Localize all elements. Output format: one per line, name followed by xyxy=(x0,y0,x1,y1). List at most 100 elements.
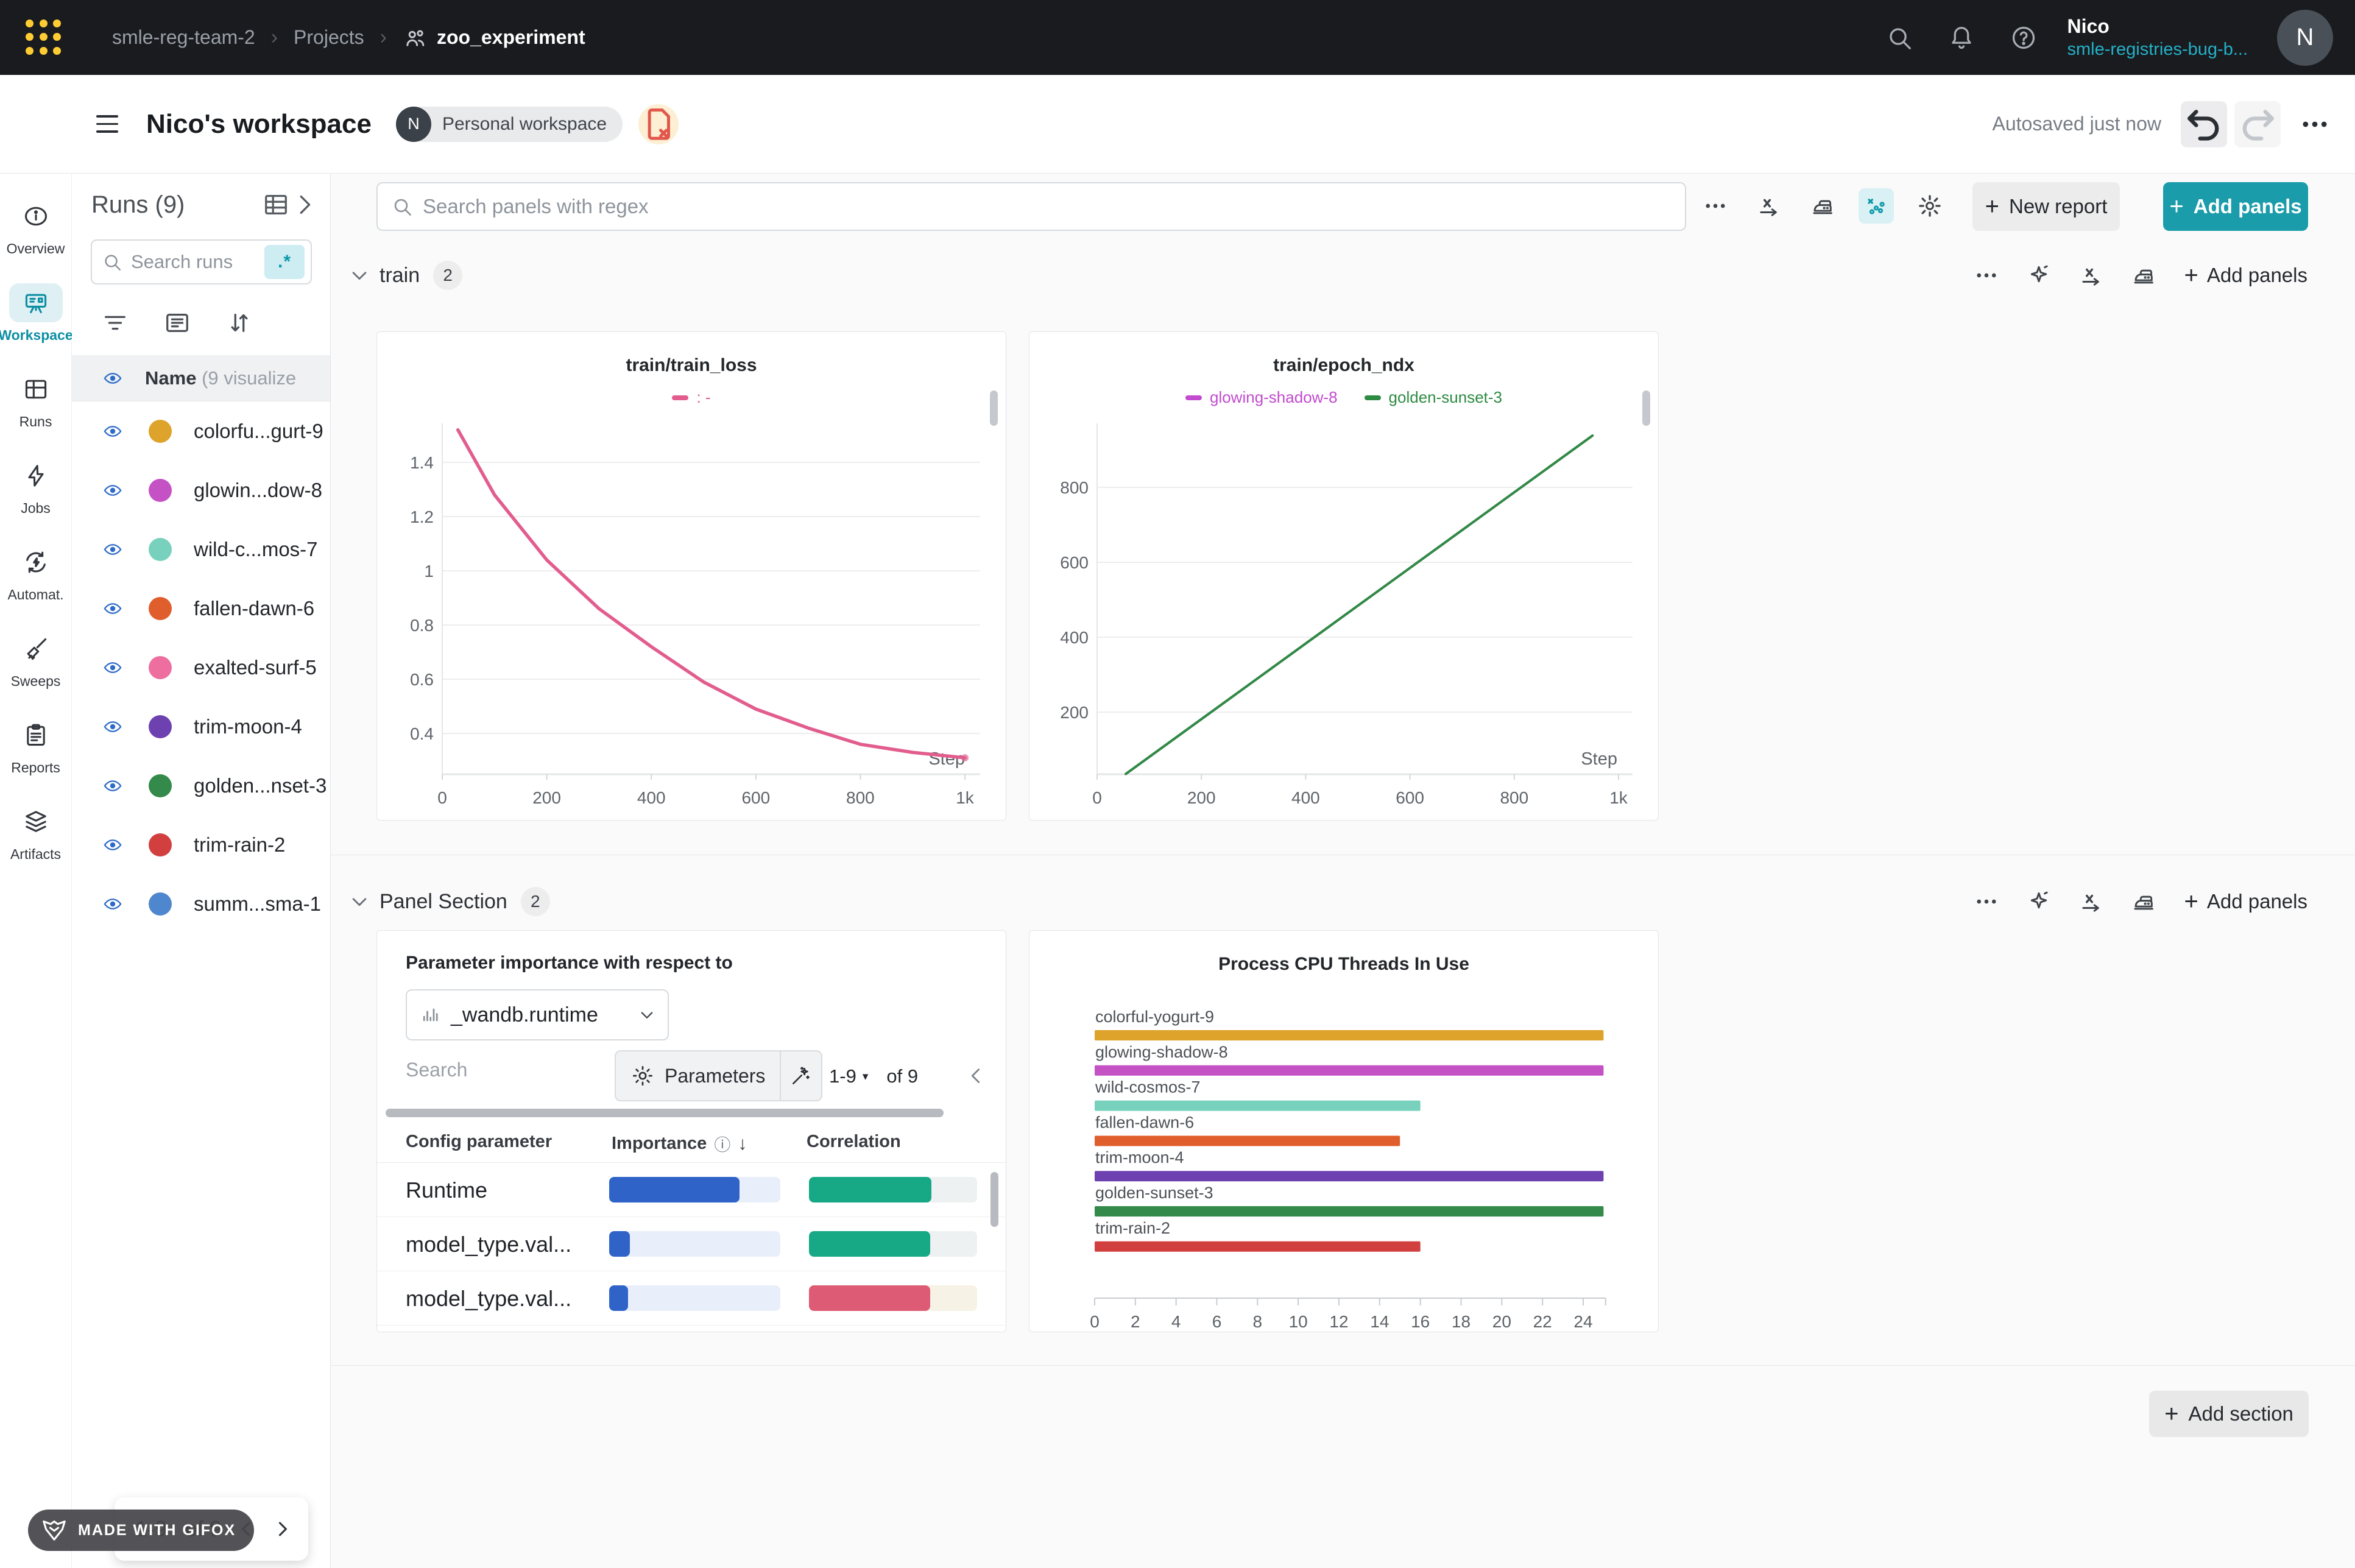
breadcrumb-projects[interactable]: Projects xyxy=(294,26,364,49)
dots-menu-icon[interactable] xyxy=(1969,258,2004,293)
x-axis-icon[interactable] xyxy=(2074,258,2109,293)
importance-table-row[interactable]: model_type.val... xyxy=(377,1271,1006,1326)
run-name[interactable]: colorfu...gurt-9 xyxy=(194,420,323,443)
parameters-manage-button[interactable]: Parameters xyxy=(616,1051,780,1100)
panel-parameter-importance[interactable]: Parameter importance with respect to _wa… xyxy=(376,930,1006,1332)
user-team-link[interactable]: smle-registries-bug-b... xyxy=(2067,38,2248,60)
run-row[interactable]: trim-moon-4 xyxy=(72,697,330,756)
bell-icon[interactable] xyxy=(1947,24,1975,52)
add-panels-button[interactable]: + Add panels xyxy=(2163,182,2308,231)
train-loss-chart[interactable]: 0.40.60.811.21.402004006008001kStep xyxy=(377,332,1007,821)
importance-table-row[interactable]: model_type.val... xyxy=(377,1217,1006,1271)
runs-list-header[interactable]: Name (9 visualize xyxy=(72,355,330,401)
filter-icon[interactable] xyxy=(101,309,129,337)
section-add-panels-button[interactable]: + Add panels xyxy=(2184,262,2308,289)
visibility-eye-icon[interactable] xyxy=(100,718,125,736)
run-name[interactable]: trim-moon-4 xyxy=(194,715,302,738)
smoothing-iron-icon[interactable] xyxy=(1805,188,1840,224)
clear-workspace-icon[interactable] xyxy=(638,104,679,144)
run-name[interactable]: fallen-dawn-6 xyxy=(194,597,314,620)
avatar[interactable]: N xyxy=(2277,10,2333,66)
redo-button[interactable] xyxy=(2234,101,2281,147)
run-name[interactable]: exalted-surf-5 xyxy=(194,656,317,679)
run-row[interactable]: wild-c...mos-7 xyxy=(72,520,330,579)
run-name[interactable]: glowin...dow-8 xyxy=(194,479,322,502)
sparkle-icon[interactable] xyxy=(2021,884,2057,919)
visibility-eye-icon[interactable] xyxy=(100,369,125,387)
sidebar-item-artifacts[interactable]: Artifacts xyxy=(0,789,71,875)
importance-search-input[interactable]: Search xyxy=(406,1059,467,1081)
menu-hamburger-icon[interactable] xyxy=(96,115,118,133)
section-header-panel-section[interactable]: Panel Section 2 + Add panels xyxy=(331,883,2355,920)
section-name[interactable]: Panel Section xyxy=(380,890,507,914)
visibility-eye-icon[interactable] xyxy=(100,540,125,559)
undo-button[interactable] xyxy=(2181,101,2227,147)
search-runs-input[interactable]: Search runs .* xyxy=(91,239,312,284)
run-row[interactable]: glowin...dow-8 xyxy=(72,461,330,520)
user-info[interactable]: Nico smle-registries-bug-b... xyxy=(2067,14,2248,60)
sidebar-item-workspace[interactable]: Workspace xyxy=(0,270,71,356)
run-name[interactable]: wild-c...mos-7 xyxy=(194,538,318,561)
panel-train-loss[interactable]: train/train_loss : - 0.40.60.811.21.4020… xyxy=(376,331,1006,821)
run-row[interactable]: summ...sma-1 xyxy=(72,874,330,933)
visibility-eye-icon[interactable] xyxy=(100,659,125,677)
sidebar-item-overview[interactable]: Overview xyxy=(0,183,71,270)
sidebar-item-runs[interactable]: Runs xyxy=(0,356,71,443)
sort-icon[interactable] xyxy=(225,309,253,337)
group-list-icon[interactable] xyxy=(163,309,191,337)
next-page-icon[interactable] xyxy=(272,1519,292,1539)
sidebar-item-jobs[interactable]: Jobs xyxy=(0,443,71,529)
wandb-logo-icon[interactable] xyxy=(26,19,62,56)
panel-cpu-threads[interactable]: Process CPU Threads In Use colorful-yogu… xyxy=(1029,930,1659,1332)
section-header-train[interactable]: train 2 + Add panels xyxy=(331,256,2355,294)
visibility-eye-icon[interactable] xyxy=(100,777,125,795)
run-row[interactable]: trim-rain-2 xyxy=(72,815,330,874)
new-report-button[interactable]: + New report xyxy=(1972,182,2120,231)
breadcrumb-team[interactable]: smle-reg-team-2 xyxy=(112,26,255,49)
search-icon[interactable] xyxy=(1885,24,1913,52)
vertical-scrollbar[interactable] xyxy=(990,1172,998,1227)
run-row[interactable]: fallen-dawn-6 xyxy=(72,579,330,638)
sidebar-item-automat[interactable]: Automat. xyxy=(0,529,71,616)
sparkle-icon[interactable] xyxy=(2021,258,2057,293)
collapse-left-icon[interactable] xyxy=(966,1065,987,1087)
chevron-down-icon[interactable] xyxy=(349,265,370,286)
run-row[interactable]: colorfu...gurt-9 xyxy=(72,401,330,461)
regex-toggle[interactable]: .* xyxy=(264,245,305,279)
run-name[interactable]: golden...nset-3 xyxy=(194,774,327,797)
visibility-eye-icon[interactable] xyxy=(100,895,125,913)
chevron-right-icon[interactable] xyxy=(290,191,318,219)
section-add-panels-button[interactable]: + Add panels xyxy=(2184,888,2308,916)
help-icon[interactable] xyxy=(2010,24,2038,52)
cpu-threads-bar-chart[interactable]: colorful-yogurt-9glowing-shadow-8wild-co… xyxy=(1029,931,1659,1333)
importance-pagination[interactable]: 1-9▾ of 9 xyxy=(829,1065,918,1087)
dots-menu-icon[interactable] xyxy=(1698,188,1733,224)
panel-epoch-ndx[interactable]: train/epoch_ndx glowing-shadow-8golden-s… xyxy=(1029,331,1659,821)
table-icon[interactable] xyxy=(262,191,290,219)
personal-workspace-badge[interactable]: N Personal workspace xyxy=(396,107,623,142)
outliers-icon[interactable] xyxy=(1859,188,1894,224)
run-row[interactable]: exalted-surf-5 xyxy=(72,638,330,697)
breadcrumb-project[interactable]: zoo_experiment xyxy=(403,25,585,51)
run-row[interactable]: golden...nset-3 xyxy=(72,756,330,815)
smoothing-iron-icon[interactable] xyxy=(2126,258,2161,293)
chevron-down-icon[interactable] xyxy=(349,891,370,912)
importance-table-row[interactable]: Runtime xyxy=(377,1163,1006,1217)
x-axis-icon[interactable] xyxy=(2074,884,2109,919)
settings-gear-icon[interactable] xyxy=(1912,188,1947,224)
visibility-eye-icon[interactable] xyxy=(100,599,125,618)
x-axis-icon[interactable] xyxy=(1751,188,1787,224)
info-icon[interactable]: ⓘ xyxy=(714,1132,730,1156)
smoothing-iron-icon[interactable] xyxy=(2126,884,2161,919)
sidebar-item-reports[interactable]: Reports xyxy=(0,702,71,789)
sort-desc-arrow-icon[interactable]: ↓ xyxy=(738,1134,747,1154)
header-overflow-menu-icon[interactable] xyxy=(2299,108,2331,140)
horizontal-scrollbar[interactable] xyxy=(386,1109,944,1117)
sidebar-item-sweeps[interactable]: Sweeps xyxy=(0,616,71,702)
magic-wand-button[interactable] xyxy=(781,1051,821,1100)
run-name[interactable]: trim-rain-2 xyxy=(194,833,285,856)
section-name[interactable]: train xyxy=(380,264,420,288)
metric-selector-dropdown[interactable]: _wandb.runtime xyxy=(406,989,669,1040)
dots-menu-icon[interactable] xyxy=(1969,884,2004,919)
visibility-eye-icon[interactable] xyxy=(100,481,125,500)
